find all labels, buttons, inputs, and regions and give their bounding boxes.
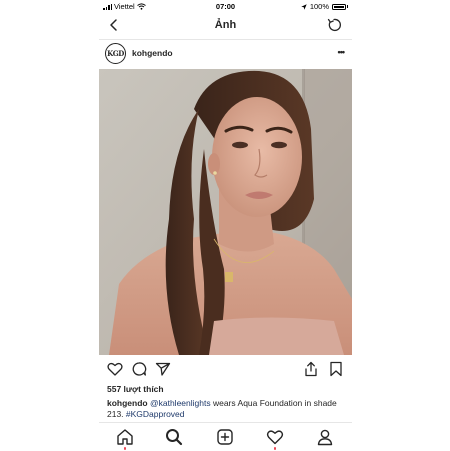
likes-count[interactable]: 557 lượt thích <box>107 384 164 394</box>
tab-bar <box>99 422 352 451</box>
home-icon[interactable] <box>116 428 134 446</box>
battery-percent: 100% <box>309 2 329 11</box>
add-icon[interactable] <box>216 428 234 446</box>
location-icon <box>301 3 307 10</box>
search-icon[interactable] <box>165 428 183 446</box>
caption-mention[interactable]: @kathleenlights <box>150 398 211 408</box>
send-icon[interactable] <box>155 361 171 377</box>
share-icon[interactable] <box>303 361 319 377</box>
page-title: Ảnh <box>214 19 237 31</box>
more-icon[interactable]: ••• <box>338 47 346 57</box>
phone-screen: Viettel 07:00 100% Ảnh KGD kohgendo ••• … <box>99 0 352 451</box>
heart-icon[interactable] <box>107 361 123 377</box>
status-right: 100% <box>301 2 348 11</box>
home-notification-dot <box>123 447 126 450</box>
comment-icon[interactable] <box>131 361 147 377</box>
caption-username[interactable]: kohgendo <box>107 398 148 408</box>
avatar[interactable]: KGD <box>105 43 126 64</box>
post-photo[interactable] <box>99 69 352 355</box>
post-username[interactable]: kohgendo <box>132 48 173 58</box>
activity-notification-dot <box>273 447 276 450</box>
bookmark-icon[interactable] <box>328 361 344 377</box>
profile-icon[interactable] <box>316 428 334 446</box>
status-bar: Viettel 07:00 100% <box>99 0 352 13</box>
nav-bar: Ảnh <box>99 13 352 40</box>
post-actions <box>99 358 352 380</box>
caption-hashtag[interactable]: #KGDapproved <box>126 409 185 419</box>
post-caption: kohgendo @kathleenlights wears Aqua Foun… <box>107 398 339 420</box>
refresh-icon[interactable] <box>326 17 342 33</box>
post-header: KGD kohgendo ••• <box>99 40 352 68</box>
battery-icon <box>332 3 346 10</box>
activity-heart-icon[interactable] <box>266 428 284 446</box>
battery-cap <box>347 5 348 8</box>
